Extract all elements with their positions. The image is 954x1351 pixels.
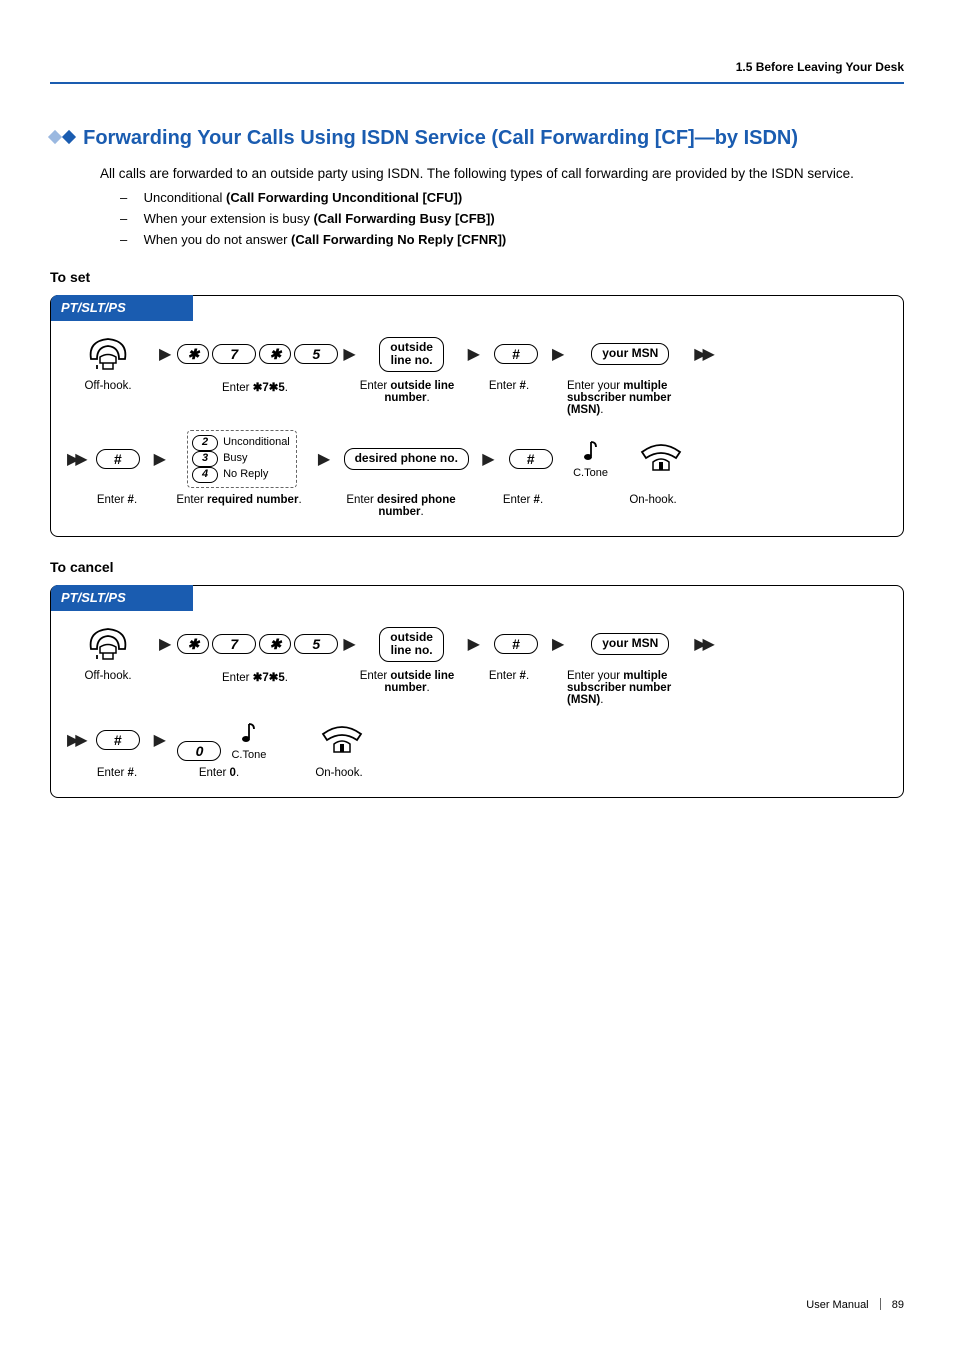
bullet-bold: (Call Forwarding No Reply [CFNR]) xyxy=(291,232,506,247)
caption-enter-code: Enter ✱7✱5. xyxy=(175,670,335,684)
your-msn-bubble: your MSN xyxy=(570,343,690,365)
procedure-tab: PT/SLT/PS xyxy=(51,295,193,321)
procedure-box-set: PT/SLT/PS ▶ ✱ 7 ✱ 5 ▶ outside line no. xyxy=(50,295,904,537)
section-title-text: Forwarding Your Calls Using ISDN Service… xyxy=(83,127,798,149)
key-seven: 7 xyxy=(212,634,256,654)
footer-label: User Manual xyxy=(806,1299,868,1311)
key-hash: # xyxy=(486,344,546,364)
caption-enter-hash: Enter #. xyxy=(87,494,147,506)
on-hook-icon xyxy=(302,724,382,757)
key-sequence: ✱ 7 ✱ 5 xyxy=(177,634,337,654)
arrow-icon: ▶ xyxy=(552,634,564,654)
section-title: Forwarding Your Calls Using ISDN Service… xyxy=(50,124,904,151)
breadcrumb: 1.5 Before Leaving Your Desk xyxy=(50,60,904,74)
key-five: 5 xyxy=(294,344,338,364)
arrow-continue-icon: ▶▶ xyxy=(694,634,711,654)
bullet-bold: (Call Forwarding Busy [CFB]) xyxy=(313,211,494,226)
arrow-icon: ▶ xyxy=(343,634,355,654)
caption-off-hook: Off-hook. xyxy=(63,670,153,682)
key-zero-ctone: 0 C.Tone xyxy=(172,720,272,761)
key-five: 5 xyxy=(294,634,338,654)
caption-enter-msn: Enter your multiple subscriber number (M… xyxy=(561,670,707,706)
bullet-diamonds-icon xyxy=(50,124,72,149)
procedure-tab: PT/SLT/PS xyxy=(51,585,193,611)
bullet-prefix: When you do not answer xyxy=(144,232,291,247)
heading-to-cancel: To cancel xyxy=(50,559,904,575)
arrow-icon: ▶ xyxy=(482,449,494,469)
key-star: ✱ xyxy=(259,634,291,654)
key-four: 4 xyxy=(192,467,218,483)
caption-on-hook: On-hook. xyxy=(299,767,379,779)
bullet-prefix: Unconditional xyxy=(144,190,226,205)
caption-enter-hash: Enter #. xyxy=(493,494,553,506)
ctone: C.Tone xyxy=(561,438,621,479)
caption-enter-msn: Enter your multiple subscriber number (M… xyxy=(561,380,707,416)
arrow-continue-icon: ▶▶ xyxy=(67,730,84,750)
off-hook-icon xyxy=(63,625,153,664)
key-hash: # xyxy=(88,730,148,750)
header-divider xyxy=(50,82,904,84)
key-two: 2 xyxy=(192,435,218,451)
desired-phone-bubble: desired phone no. xyxy=(336,448,476,470)
arrow-icon: ▶ xyxy=(343,344,355,364)
option-box: 2Unconditional 3Busy 4No Reply xyxy=(172,430,312,488)
arrow-icon: ▶ xyxy=(318,449,330,469)
outside-line-bubble: outside line no. xyxy=(362,627,462,663)
caption-enter-hash: Enter #. xyxy=(479,380,539,392)
caption-outside-line: Enter outside line number. xyxy=(357,670,457,694)
ctone-icon xyxy=(580,438,602,467)
ctone-label: C.Tone xyxy=(561,467,621,479)
arrow-icon: ▶ xyxy=(154,730,166,750)
caption-enter-code: Enter ✱7✱5. xyxy=(175,380,335,394)
arrow-icon: ▶ xyxy=(468,634,480,654)
key-star: ✱ xyxy=(177,634,209,654)
page-footer: User Manual 89 xyxy=(806,1298,904,1311)
procedure-box-cancel: PT/SLT/PS ▶ ✱ 7 ✱ 5 ▶ outside line no. xyxy=(50,585,904,798)
caption-enter-zero: Enter 0. xyxy=(169,767,269,779)
caption-on-hook: On-hook. xyxy=(613,494,693,506)
list-item: – When you do not answer (Call Forwardin… xyxy=(120,232,904,247)
bullet-prefix: When your extension is busy xyxy=(144,211,314,226)
arrow-icon: ▶ xyxy=(154,449,166,469)
ctone-label: C.Tone xyxy=(231,749,266,761)
key-star: ✱ xyxy=(177,344,209,364)
list-item: – Unconditional (Call Forwarding Uncondi… xyxy=(120,190,904,205)
arrow-icon: ▶ xyxy=(552,344,564,364)
ctone-icon xyxy=(238,720,260,749)
key-hash: # xyxy=(501,449,561,469)
key-hash: # xyxy=(486,634,546,654)
caption-enter-hash: Enter #. xyxy=(479,670,539,682)
key-star: ✱ xyxy=(259,344,291,364)
key-hash: # xyxy=(88,449,148,469)
intro-text: All calls are forwarded to an outside pa… xyxy=(100,165,904,184)
key-three: 3 xyxy=(192,451,218,467)
arrow-icon: ▶ xyxy=(159,634,171,654)
caption-off-hook: Off-hook. xyxy=(63,380,153,392)
list-item: – When your extension is busy (Call Forw… xyxy=(120,211,904,226)
key-seven: 7 xyxy=(212,344,256,364)
footer-page-number: 89 xyxy=(892,1299,904,1311)
arrow-continue-icon: ▶▶ xyxy=(694,344,711,364)
caption-enter-desired: Enter desired phone number. xyxy=(331,494,471,518)
off-hook-icon xyxy=(63,335,153,374)
your-msn-bubble: your MSN xyxy=(570,633,690,655)
caption-outside-line: Enter outside line number. xyxy=(357,380,457,404)
arrow-icon: ▶ xyxy=(159,344,171,364)
caption-enter-hash: Enter #. xyxy=(87,767,147,779)
arrow-icon: ▶ xyxy=(468,344,480,364)
outside-line-bubble: outside line no. xyxy=(362,337,462,373)
bullet-bold: (Call Forwarding Unconditional [CFU]) xyxy=(226,190,462,205)
heading-to-set: To set xyxy=(50,269,904,285)
key-sequence: ✱ 7 ✱ 5 xyxy=(177,344,337,364)
arrow-continue-icon: ▶▶ xyxy=(67,449,84,469)
bullets-list: – Unconditional (Call Forwarding Uncondi… xyxy=(120,190,904,247)
on-hook-icon xyxy=(621,442,701,475)
key-zero: 0 xyxy=(177,741,221,761)
caption-enter-required: Enter required number. xyxy=(169,494,309,506)
